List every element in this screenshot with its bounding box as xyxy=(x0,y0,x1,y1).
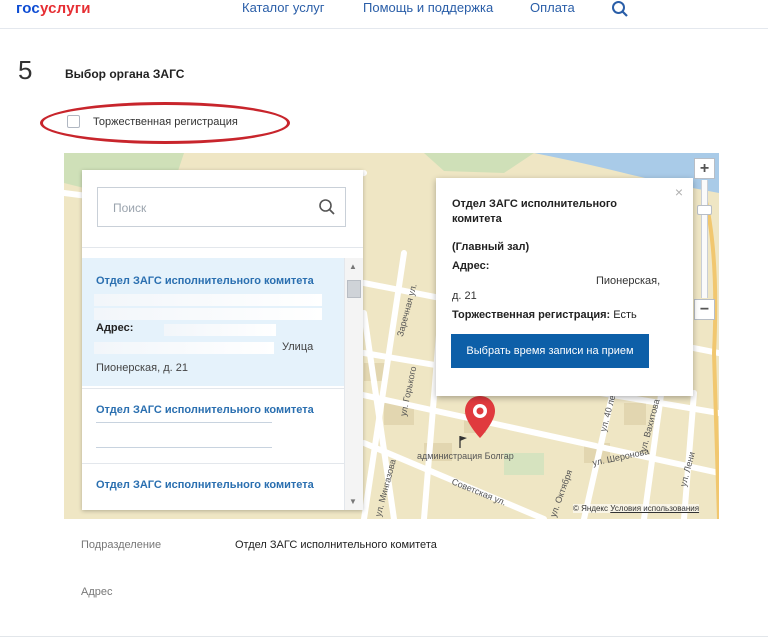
nav-catalog[interactable]: Каталог услуг xyxy=(242,0,325,15)
panel-divider xyxy=(82,247,363,248)
address-label: Адрес: xyxy=(96,322,134,334)
popup-solemn-registration: Торжественная регистрация: Есть xyxy=(452,309,637,321)
map-copyright: © Яндекс Условия использования xyxy=(573,504,700,513)
scroll-down-icon[interactable]: ▼ xyxy=(349,497,357,506)
zoom-slider-thumb[interactable] xyxy=(697,205,712,215)
office-popup: × Отдел ЗАГС исполнительного комитета (Г… xyxy=(436,178,693,396)
map-label-admin: администрация Болгар xyxy=(417,451,514,461)
popup-solemn-label: Торжественная регистрация: xyxy=(452,309,611,321)
nav-payment[interactable]: Оплата xyxy=(530,0,575,15)
solemn-registration-label[interactable]: Торжественная регистрация xyxy=(93,116,238,128)
list-item-title[interactable]: Отдел ЗАГС исполнительного комитета xyxy=(96,404,314,416)
list-item[interactable]: Отдел ЗАГС исполнительного комитета xyxy=(82,388,344,462)
bottom-divider xyxy=(0,636,768,637)
popup-address-label: Адрес: xyxy=(452,260,490,272)
search-icon[interactable] xyxy=(611,0,629,18)
close-icon[interactable]: × xyxy=(675,184,683,200)
popup-title: Отдел ЗАГС исполнительного комитета xyxy=(452,198,618,225)
subdivision-label: Подразделение xyxy=(81,539,162,551)
search-box[interactable] xyxy=(97,187,346,228)
yandex-copyright: © Яндекс xyxy=(573,504,609,513)
redacted-text xyxy=(96,447,272,448)
search-input[interactable] xyxy=(98,188,325,228)
address-street: Улица xyxy=(282,341,314,353)
step-number: 5 xyxy=(18,55,33,85)
redacted-text xyxy=(96,422,272,423)
list-item[interactable]: Отдел ЗАГС исполнительного комитета Адре… xyxy=(82,258,344,386)
address-detail-label: Адрес xyxy=(81,586,113,598)
redacted-text xyxy=(94,308,322,320)
search-icon[interactable] xyxy=(318,198,336,216)
popup-solemn-value: Есть xyxy=(613,309,637,321)
solemn-registration-checkbox[interactable] xyxy=(67,115,80,128)
logo-part-gos: гос xyxy=(16,0,40,17)
redacted-text xyxy=(94,342,274,354)
list-item-title[interactable]: Отдел ЗАГС исполнительного комитета xyxy=(96,479,314,491)
office-list-panel: Отдел ЗАГС исполнительного комитета Адре… xyxy=(82,170,363,510)
address-house: Пионерская, д. 21 xyxy=(96,362,188,374)
location-pin-icon[interactable] xyxy=(463,394,497,440)
scroll-thumb[interactable] xyxy=(347,280,361,298)
nav-help[interactable]: Помощь и поддержка xyxy=(363,0,493,15)
office-list: Отдел ЗАГС исполнительного комитета Адре… xyxy=(82,258,344,510)
redacted-text xyxy=(94,294,322,306)
popup-address-street: Пионерская, xyxy=(596,275,661,287)
step-title: Выбор органа ЗАГС xyxy=(65,67,185,81)
scroll-up-icon[interactable]: ▲ xyxy=(349,262,357,271)
list-item-title[interactable]: Отдел ЗАГС исполнительного комитета xyxy=(96,275,314,287)
subdivision-value: Отдел ЗАГС исполнительного комитета xyxy=(235,539,437,551)
popup-hall: (Главный зал) xyxy=(452,241,530,253)
redacted-text xyxy=(164,324,276,336)
popup-address-house: д. 21 xyxy=(452,290,477,302)
zoom-in-button[interactable]: + xyxy=(694,158,715,179)
choose-time-button[interactable]: Выбрать время записи на прием xyxy=(451,334,649,368)
list-scrollbar[interactable]: ▲ ▼ xyxy=(344,258,363,510)
zoom-out-button[interactable]: − xyxy=(694,299,715,320)
list-item[interactable]: Отдел ЗАГС исполнительного комитета xyxy=(82,463,344,510)
logo-part-uslugi: услуги xyxy=(39,0,91,17)
gosuslugi-logo[interactable]: госуслуги xyxy=(16,0,91,17)
terms-link[interactable]: Условия использования xyxy=(610,504,699,513)
top-header: госуслуги Каталог услуг Помощь и поддерж… xyxy=(0,0,768,29)
zoom-slider-track[interactable] xyxy=(701,180,708,298)
